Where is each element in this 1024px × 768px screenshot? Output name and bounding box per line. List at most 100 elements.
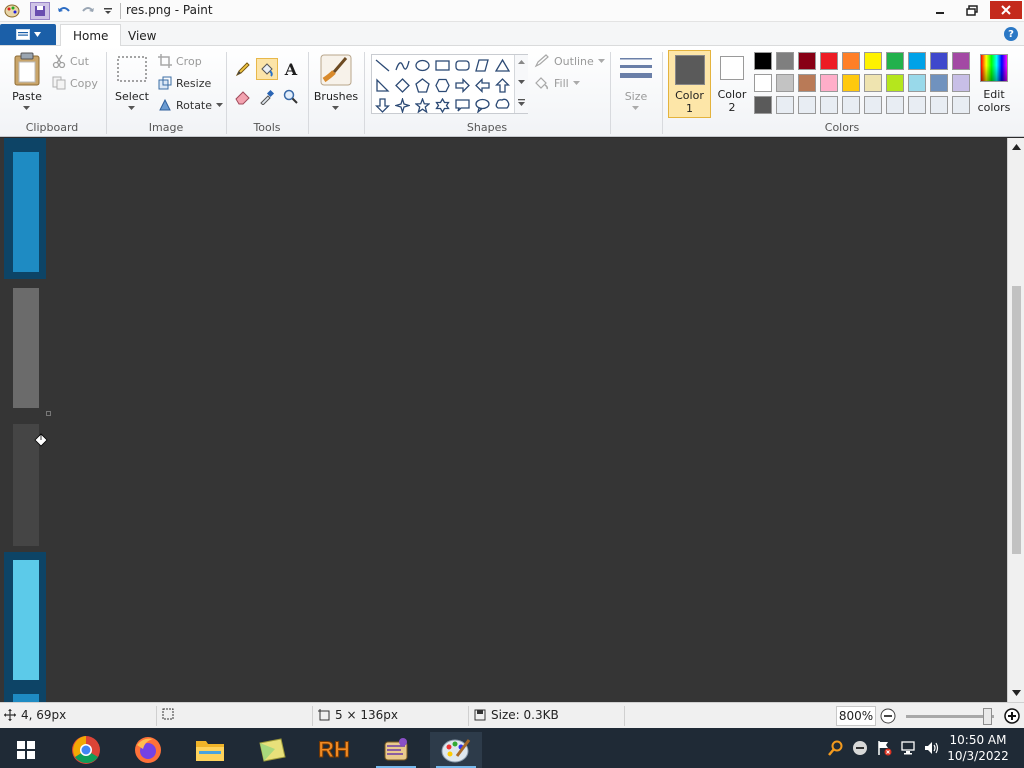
edit-colors-button[interactable]: Edit colors bbox=[976, 50, 1012, 118]
minus-circle-icon[interactable] bbox=[852, 740, 868, 756]
minimize-button[interactable] bbox=[926, 1, 954, 19]
redo-icon[interactable] bbox=[78, 2, 98, 20]
curve-shape-icon[interactable] bbox=[393, 56, 412, 75]
action-center-flag-icon[interactable] bbox=[876, 740, 892, 756]
palette-swatch[interactable] bbox=[864, 74, 882, 92]
search-icon[interactable] bbox=[828, 740, 844, 756]
tab-home[interactable]: Home bbox=[60, 24, 122, 47]
palette-swatch[interactable] bbox=[908, 74, 926, 92]
palette-swatch[interactable] bbox=[776, 52, 794, 70]
right-triangle-shape-icon[interactable] bbox=[373, 76, 392, 95]
zoom-slider-track[interactable] bbox=[906, 715, 994, 718]
left-arrow-shape-icon[interactable] bbox=[473, 76, 492, 95]
copy-button[interactable]: Copy bbox=[52, 74, 98, 92]
start-button[interactable] bbox=[0, 732, 52, 768]
vertical-scrollbar[interactable] bbox=[1007, 138, 1024, 702]
help-icon[interactable]: ? bbox=[1004, 27, 1018, 41]
rounded-rectangle-shape-icon[interactable] bbox=[453, 56, 472, 75]
palette-swatch[interactable] bbox=[864, 52, 882, 70]
six-point-star-shape-icon[interactable] bbox=[433, 96, 452, 115]
palette-swatch[interactable] bbox=[798, 96, 816, 114]
file-menu-button[interactable] bbox=[0, 24, 56, 45]
palette-swatch[interactable] bbox=[842, 96, 860, 114]
scroll-up-arrow-icon[interactable] bbox=[1012, 144, 1021, 150]
undo-icon[interactable] bbox=[54, 2, 74, 20]
palette-swatch[interactable] bbox=[930, 96, 948, 114]
zoom-in-icon[interactable] bbox=[1004, 708, 1020, 724]
scrollbar-thumb[interactable] bbox=[1012, 286, 1021, 554]
rotate-button[interactable]: Rotate bbox=[158, 96, 224, 114]
canvas-workspace[interactable] bbox=[0, 138, 1007, 702]
scroll-app-taskbar-button[interactable] bbox=[370, 732, 422, 768]
sticky-notes-taskbar-button[interactable] bbox=[246, 732, 298, 768]
brushes-button[interactable]: Brushes bbox=[312, 50, 360, 118]
palette-swatch[interactable] bbox=[754, 74, 772, 92]
scroll-up-icon[interactable] bbox=[518, 60, 525, 64]
eraser-tool[interactable] bbox=[232, 86, 254, 108]
palette-swatch[interactable] bbox=[754, 52, 772, 70]
select-button[interactable]: Select bbox=[112, 50, 152, 118]
palette-swatch[interactable] bbox=[820, 52, 838, 70]
system-clock[interactable]: 10:50 AM 10/3/2022 bbox=[944, 732, 1012, 764]
palette-swatch[interactable] bbox=[930, 52, 948, 70]
palette-swatch[interactable] bbox=[952, 52, 970, 70]
oval-callout-shape-icon[interactable] bbox=[473, 96, 492, 115]
palette-swatch[interactable] bbox=[952, 74, 970, 92]
palette-swatch[interactable] bbox=[776, 74, 794, 92]
hexagon-shape-icon[interactable] bbox=[433, 76, 452, 95]
palette-swatch[interactable] bbox=[842, 52, 860, 70]
resource-hacker-taskbar-button[interactable]: RH bbox=[308, 732, 360, 768]
resize-button[interactable]: Resize bbox=[158, 74, 211, 92]
pentagon-shape-icon[interactable] bbox=[413, 76, 432, 95]
cut-button[interactable]: Cut bbox=[52, 52, 89, 70]
palette-swatch[interactable] bbox=[952, 96, 970, 114]
fill-button[interactable]: Fill bbox=[534, 74, 580, 92]
color1-button[interactable]: Color 1 bbox=[668, 50, 711, 118]
fill-tool[interactable] bbox=[256, 58, 278, 80]
pencil-tool[interactable] bbox=[232, 58, 254, 80]
paint-app-icon[interactable] bbox=[2, 2, 22, 20]
palette-swatch[interactable] bbox=[908, 96, 926, 114]
palette-swatch[interactable] bbox=[886, 96, 904, 114]
polygon-shape-icon[interactable] bbox=[473, 56, 492, 75]
tab-view[interactable]: View bbox=[116, 24, 168, 47]
right-arrow-shape-icon[interactable] bbox=[453, 76, 472, 95]
file-explorer-taskbar-button[interactable] bbox=[184, 732, 236, 768]
expand-gallery-icon[interactable] bbox=[518, 99, 525, 107]
zoom-slider-thumb[interactable] bbox=[983, 708, 992, 725]
palette-swatch[interactable] bbox=[820, 96, 838, 114]
canvas-resize-handle[interactable] bbox=[46, 411, 51, 416]
network-icon[interactable] bbox=[900, 740, 916, 756]
zoom-out-icon[interactable] bbox=[880, 708, 896, 724]
palette-swatch[interactable] bbox=[842, 74, 860, 92]
chrome-taskbar-button[interactable] bbox=[60, 732, 112, 768]
customize-qat-icon[interactable] bbox=[98, 2, 118, 20]
palette-swatch[interactable] bbox=[820, 74, 838, 92]
save-icon[interactable] bbox=[30, 2, 50, 20]
four-point-star-shape-icon[interactable] bbox=[393, 96, 412, 115]
palette-swatch[interactable] bbox=[908, 52, 926, 70]
palette-swatch[interactable] bbox=[776, 96, 794, 114]
color-picker-tool[interactable] bbox=[256, 86, 278, 108]
firefox-taskbar-button[interactable] bbox=[122, 732, 174, 768]
palette-swatch[interactable] bbox=[798, 74, 816, 92]
five-point-star-shape-icon[interactable] bbox=[413, 96, 432, 115]
down-arrow-shape-icon[interactable] bbox=[373, 96, 392, 115]
outline-button[interactable]: Outline bbox=[534, 52, 605, 70]
magnifier-tool[interactable] bbox=[280, 86, 302, 108]
palette-swatch[interactable] bbox=[864, 96, 882, 114]
scroll-down-arrow-icon[interactable] bbox=[1012, 690, 1021, 696]
shapes-scrollbar[interactable] bbox=[514, 55, 528, 113]
cloud-callout-shape-icon[interactable] bbox=[493, 96, 512, 115]
oval-shape-icon[interactable] bbox=[413, 56, 432, 75]
palette-swatch[interactable] bbox=[886, 52, 904, 70]
triangle-shape-icon[interactable] bbox=[493, 56, 512, 75]
palette-swatch[interactable] bbox=[886, 74, 904, 92]
scroll-down-icon[interactable] bbox=[518, 80, 525, 84]
palette-swatch[interactable] bbox=[798, 52, 816, 70]
palette-swatch[interactable] bbox=[930, 74, 948, 92]
crop-button[interactable]: Crop bbox=[158, 52, 202, 70]
diamond-shape-icon[interactable] bbox=[393, 76, 412, 95]
text-tool[interactable]: A bbox=[280, 58, 302, 80]
volume-icon[interactable] bbox=[924, 740, 940, 756]
